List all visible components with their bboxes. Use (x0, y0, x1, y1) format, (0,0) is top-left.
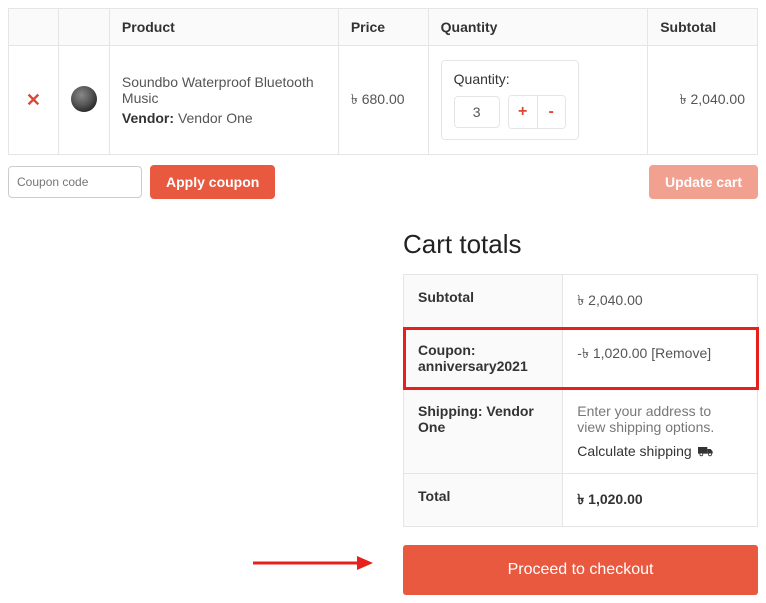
col-remove-header (9, 9, 59, 46)
coupon-discount-value: -৳ 1,020.00 (577, 345, 647, 361)
truck-icon (698, 445, 714, 457)
annotation-arrow-icon (253, 553, 373, 573)
cart-totals-section: Cart totals Subtotal ৳ 2,040.00 Coupon: … (403, 229, 758, 595)
cart-table: Product Price Quantity Subtotal ✕ Soundb… (8, 8, 758, 155)
total-label: Total (404, 474, 563, 527)
coupon-code-input[interactable] (8, 166, 142, 198)
proceed-to-checkout-button[interactable]: Proceed to checkout (403, 545, 758, 595)
update-cart-button[interactable]: Update cart (649, 165, 758, 199)
apply-coupon-button[interactable]: Apply coupon (150, 165, 275, 199)
quantity-box: Quantity: + - (441, 60, 579, 140)
coupon-label: Coupon: anniversary2021 (404, 328, 563, 389)
remove-item-button[interactable]: ✕ (26, 90, 41, 110)
quantity-decrease-button[interactable]: - (537, 96, 565, 128)
cart-totals-title: Cart totals (403, 229, 758, 260)
subtotal-label: Subtotal (404, 275, 563, 328)
quantity-label: Quantity: (454, 71, 566, 87)
cart-totals-table: Subtotal ৳ 2,040.00 Coupon: anniversary2… (403, 274, 758, 527)
total-value: ৳ 1,020.00 (563, 474, 758, 527)
quantity-increase-button[interactable]: + (509, 96, 537, 128)
price-cell: ৳ 680.00 (338, 46, 428, 155)
col-qty-header: Quantity (428, 9, 648, 46)
calculate-shipping-link[interactable]: Calculate shipping (577, 443, 713, 459)
table-row: ✕ Soundbo Waterproof Bluetooth Music Ven… (9, 46, 758, 155)
col-subtotal-header: Subtotal (648, 9, 758, 46)
subtotal-value: ৳ 2,040.00 (563, 275, 758, 328)
vendor-line: Vendor: Vendor One (122, 110, 326, 126)
subtotal-cell: ৳ 2,040.00 (648, 46, 758, 155)
product-thumbnail[interactable] (71, 86, 97, 112)
col-thumb-header (58, 9, 109, 46)
col-product-header: Product (109, 9, 338, 46)
remove-coupon-link[interactable]: [Remove] (651, 345, 711, 361)
shipping-label: Shipping: Vendor One (404, 389, 563, 474)
product-name[interactable]: Soundbo Waterproof Bluetooth Music (122, 74, 326, 106)
quantity-input[interactable] (454, 96, 500, 128)
coupon-action-row: Apply coupon Update cart (8, 165, 758, 199)
col-price-header: Price (338, 9, 428, 46)
shipping-note: Enter your address to view shipping opti… (577, 403, 743, 435)
